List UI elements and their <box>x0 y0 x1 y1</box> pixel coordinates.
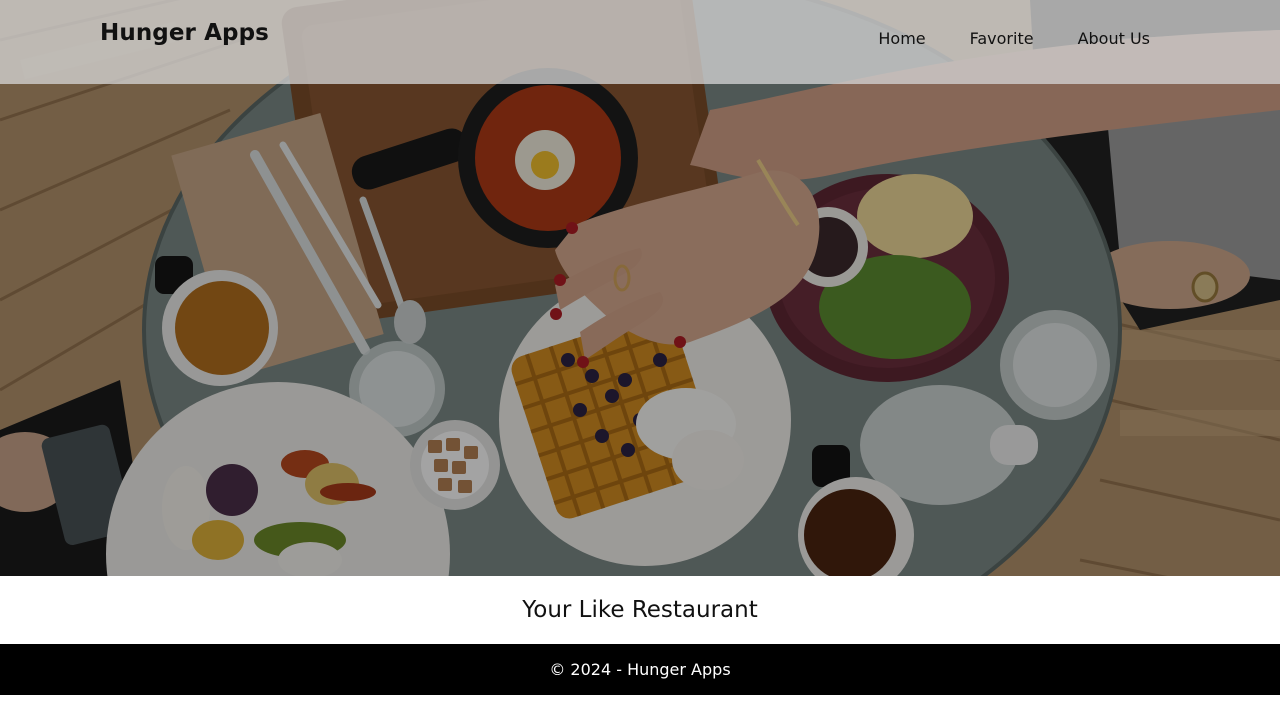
main-nav: Home Favorite About Us <box>878 29 1150 48</box>
main-content: Your Like Restaurant <box>0 576 1280 644</box>
app-footer: © 2024 - Hunger Apps <box>0 644 1280 695</box>
section-heading: Your Like Restaurant <box>522 597 758 623</box>
brand-logo[interactable]: Hunger Apps <box>100 20 269 46</box>
nav-favorite[interactable]: Favorite <box>970 29 1034 48</box>
app-header: Hunger Apps Home Favorite About Us <box>0 0 1280 84</box>
footer-copyright: © 2024 - Hunger Apps <box>549 660 731 679</box>
nav-about-us[interactable]: About Us <box>1078 29 1150 48</box>
nav-home[interactable]: Home <box>878 29 925 48</box>
page: Hunger Apps Home Favorite About Us Your … <box>0 0 1280 720</box>
hero-image <box>0 0 1280 576</box>
hero-overlay <box>0 0 1280 576</box>
